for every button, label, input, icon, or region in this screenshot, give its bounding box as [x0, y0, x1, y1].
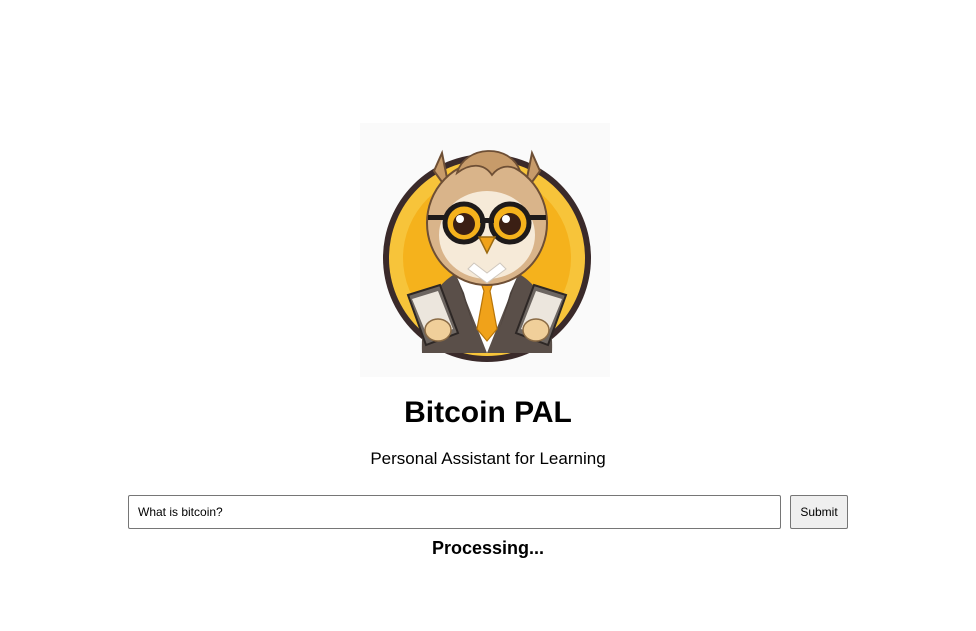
- processing-status: Processing...: [431, 538, 545, 558]
- question-input[interactable]: [128, 495, 781, 529]
- owl-mascot-icon: [383, 149, 591, 362]
- submit-button[interactable]: Submit: [790, 495, 848, 529]
- logo: [360, 123, 610, 377]
- app-subtitle: Personal Assistant for Learning: [370, 449, 606, 468]
- app-title: Bitcoin PAL: [404, 396, 572, 429]
- page: Bitcoin PAL Personal Assistant for Learn…: [0, 0, 976, 631]
